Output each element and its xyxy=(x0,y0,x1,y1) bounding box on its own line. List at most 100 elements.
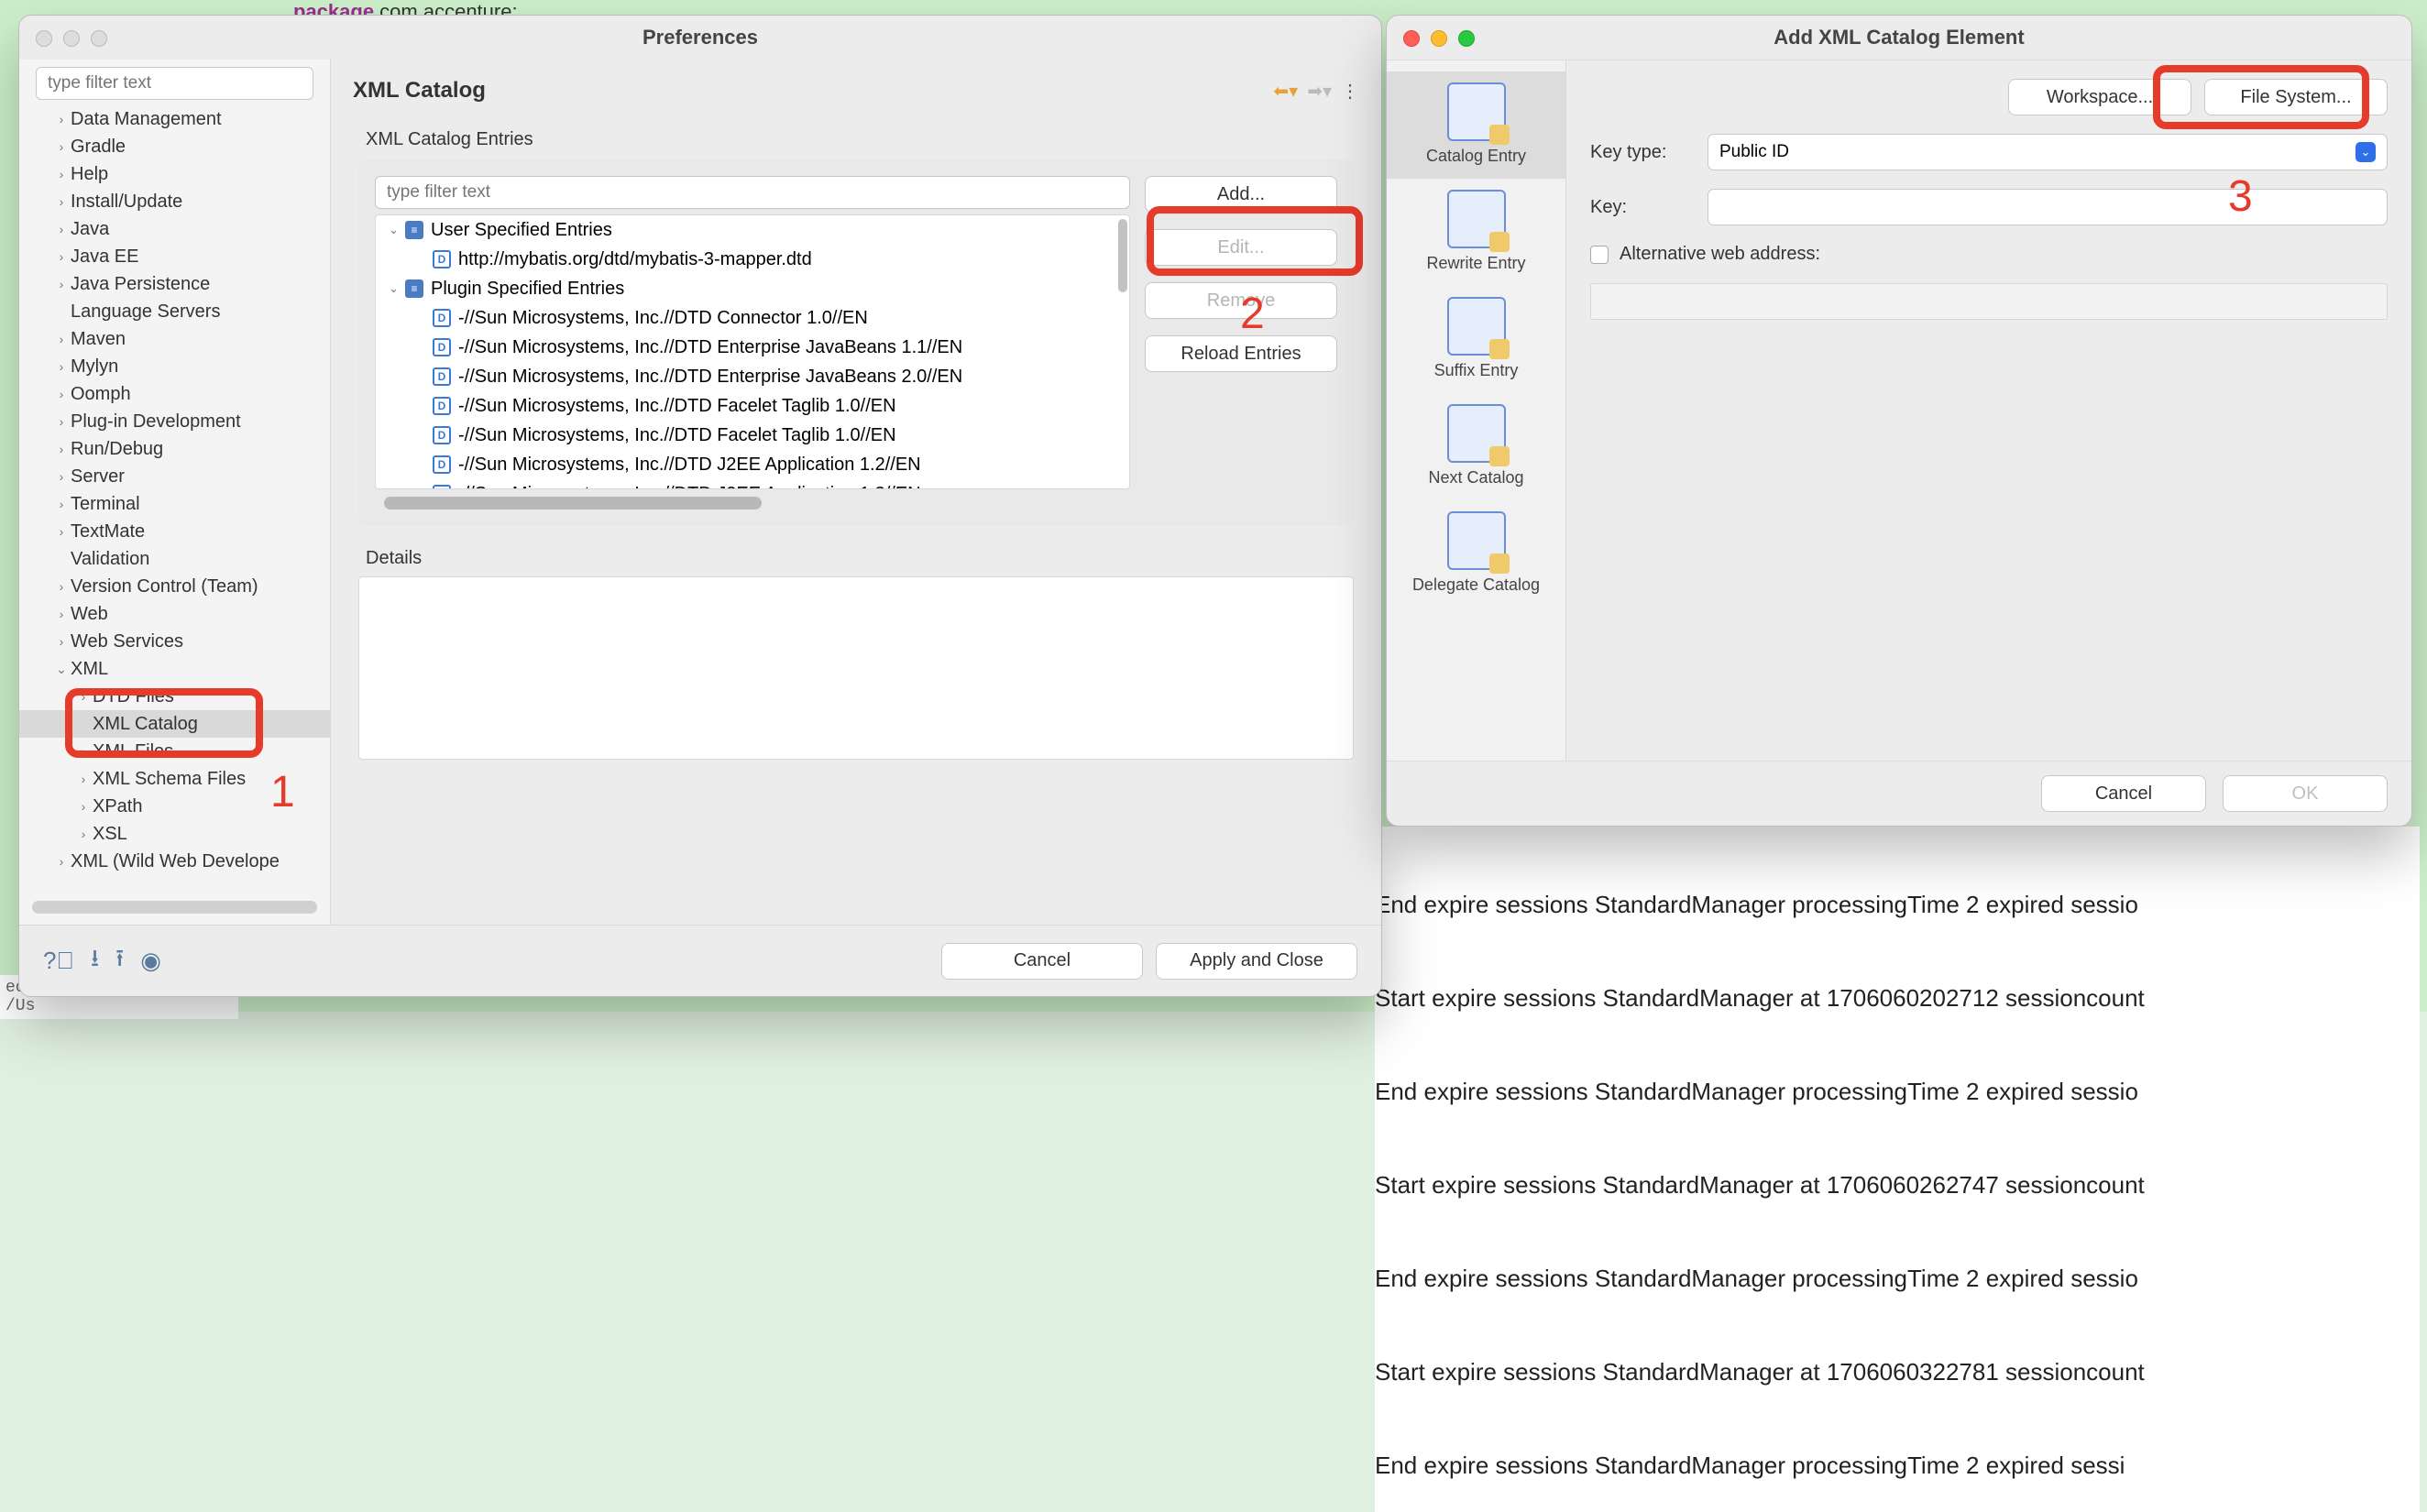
tree-item[interactable]: ›Run/Debug xyxy=(19,435,330,463)
window-controls[interactable] xyxy=(36,30,107,47)
addwin-sidebar-item[interactable]: Next Catalog xyxy=(1387,393,1565,500)
prefs-content: XML Catalog ⬅▾ ➡▾ ⋮ XML Catalog Entries … xyxy=(331,60,1381,925)
addwin-sidebar-item[interactable]: Catalog Entry xyxy=(1387,71,1565,179)
entries-row[interactable]: D-//Sun Microsystems, Inc.//DTD J2EE App… xyxy=(376,450,1129,479)
altweb-checkbox[interactable] xyxy=(1590,246,1609,264)
addwin-titlebar: Add XML Catalog Element xyxy=(1387,16,2411,60)
sidebar-filter-input[interactable] xyxy=(36,67,313,100)
page-title: XML Catalog xyxy=(353,78,486,104)
tree-item[interactable]: ›Web xyxy=(19,600,330,628)
entries-vscroll[interactable] xyxy=(1118,219,1127,292)
import-icon[interactable]: ⭳ xyxy=(91,941,99,981)
workspace-button[interactable]: Workspace... xyxy=(2008,79,2191,115)
addwin-title: Add XML Catalog Element xyxy=(1774,26,2024,49)
filesystem-button[interactable]: File System... xyxy=(2204,79,2388,115)
entries-row[interactable]: ⌄≡User Specified Entries xyxy=(376,215,1129,245)
addwin-sidebar-item[interactable]: Delegate Catalog xyxy=(1387,500,1565,608)
zoom-icon[interactable] xyxy=(91,30,107,47)
add-button[interactable]: Add... xyxy=(1145,176,1337,213)
entries-row[interactable]: Dhttp://mybatis.org/dtd/mybatis-3-mapper… xyxy=(376,245,1129,274)
catalog-icon xyxy=(1447,297,1506,356)
tree-item[interactable]: ›Oomph xyxy=(19,380,330,408)
tree-item[interactable]: ›XML (Wild Web Develope xyxy=(19,848,330,875)
tree-item[interactable]: ›XML Schema Files xyxy=(19,765,330,793)
catalog-icon xyxy=(1447,511,1506,570)
reload-entries-button[interactable]: Reload Entries xyxy=(1145,335,1337,372)
close-icon[interactable] xyxy=(1403,30,1420,47)
entries-panel: ⌄≡User Specified EntriesDhttp://mybatis.… xyxy=(358,159,1354,526)
help-icon[interactable]: ?⃝ xyxy=(43,947,74,975)
minimize-icon[interactable] xyxy=(63,30,80,47)
entries-row[interactable]: D-//Sun Microsystems, Inc.//DTD J2EE App… xyxy=(376,479,1129,489)
export-icon[interactable]: ⭱ xyxy=(115,941,124,981)
tree-item[interactable]: ›TextMate xyxy=(19,518,330,545)
key-input[interactable] xyxy=(1708,189,2388,225)
tree-item[interactable]: XML Catalog xyxy=(19,710,330,738)
key-label: Key: xyxy=(1590,197,1691,218)
addwin-sidebar[interactable]: Catalog EntryRewrite EntrySuffix EntryNe… xyxy=(1387,60,1566,761)
tree-item[interactable]: ›Java EE xyxy=(19,243,330,270)
prefs-titlebar: Preferences xyxy=(19,16,1381,60)
edit-button: Edit... xyxy=(1145,229,1337,266)
entries-row[interactable]: D-//Sun Microsystems, Inc.//DTD Enterpri… xyxy=(376,333,1129,362)
tree-item[interactable]: Language Servers xyxy=(19,298,330,325)
catalog-icon xyxy=(1447,190,1506,248)
entries-filter-input[interactable] xyxy=(375,176,1130,209)
addwin-window-controls[interactable] xyxy=(1403,30,1475,47)
record-icon[interactable]: ◉ xyxy=(140,947,161,975)
apply-close-button[interactable]: Apply and Close xyxy=(1156,943,1357,980)
keytype-label: Key type: xyxy=(1590,142,1691,163)
addwin-ok-button: OK xyxy=(2223,775,2388,812)
entries-tree[interactable]: ⌄≡User Specified EntriesDhttp://mybatis.… xyxy=(375,214,1130,489)
tree-item[interactable]: ›Mylyn xyxy=(19,353,330,380)
entries-row[interactable]: D-//Sun Microsystems, Inc.//DTD Facelet … xyxy=(376,421,1129,450)
tree-item[interactable]: ›XPath xyxy=(19,793,330,820)
entries-hscroll[interactable] xyxy=(384,497,762,509)
addwin-sidebar-item[interactable]: Rewrite Entry xyxy=(1387,179,1565,286)
entries-row[interactable]: D-//Sun Microsystems, Inc.//DTD Facelet … xyxy=(376,391,1129,421)
tree-item[interactable]: ›Data Management xyxy=(19,105,330,133)
tree-item[interactable]: ›Plug-in Development xyxy=(19,408,330,435)
entries-row[interactable]: D-//Sun Microsystems, Inc.//DTD Connecto… xyxy=(376,303,1129,333)
forward-icon: ➡▾ xyxy=(1307,80,1332,103)
keytype-row: Key type: Public ID ⌄ xyxy=(1590,134,2388,170)
tree-item[interactable]: ›Terminal xyxy=(19,490,330,518)
tree-item[interactable]: ›Version Control (Team) xyxy=(19,573,330,600)
tree-item[interactable]: ›Java Persistence xyxy=(19,270,330,298)
addwin-main: Workspace... File System... Key type: Pu… xyxy=(1566,60,2411,761)
details-box xyxy=(358,576,1354,760)
tree-item[interactable]: ⌄XML xyxy=(19,655,330,683)
sidebar-filter[interactable] xyxy=(36,67,313,100)
nav-history: ⬅▾ ➡▾ ⋮ xyxy=(1273,80,1359,103)
tree-item[interactable]: ›Java xyxy=(19,215,330,243)
addwin-sidebar-item[interactable]: Suffix Entry xyxy=(1387,286,1565,393)
keytype-select[interactable]: Public ID ⌄ xyxy=(1708,134,2388,170)
altweb-label: Alternative web address: xyxy=(1620,244,1820,265)
sidebar-hscroll[interactable] xyxy=(32,901,317,914)
tree-item[interactable]: ›XML Files xyxy=(19,738,330,765)
zoom-icon[interactable] xyxy=(1458,30,1475,47)
entries-row[interactable]: ⌄≡Plugin Specified Entries xyxy=(376,274,1129,303)
keytype-value: Public ID xyxy=(1719,142,1789,162)
tree-item[interactable]: ›Install/Update xyxy=(19,188,330,215)
back-icon[interactable]: ⬅▾ xyxy=(1273,80,1298,103)
prefs-tree[interactable]: ›Data Management›Gradle›Help›Install/Upd… xyxy=(19,105,330,897)
tree-item[interactable]: ›Maven xyxy=(19,325,330,353)
prefs-footer: ?⃝ ⭳ ⭱ ◉ Cancel Apply and Close xyxy=(19,925,1381,996)
prefs-sidebar: ›Data Management›Gradle›Help›Install/Upd… xyxy=(19,60,331,925)
tree-item[interactable]: ›Help xyxy=(19,160,330,188)
tree-item[interactable]: ›DTD Files xyxy=(19,683,330,710)
view-menu-icon[interactable]: ⋮ xyxy=(1341,80,1359,103)
tree-item[interactable]: ›XSL xyxy=(19,820,330,848)
tree-item[interactable]: Validation xyxy=(19,545,330,573)
tree-item[interactable]: ›Gradle xyxy=(19,133,330,160)
entries-section-label: XML Catalog Entries xyxy=(366,129,1359,150)
minimize-icon[interactable] xyxy=(1431,30,1447,47)
entries-row[interactable]: D-//Sun Microsystems, Inc.//DTD Enterpri… xyxy=(376,362,1129,391)
tree-item[interactable]: ›Web Services xyxy=(19,628,330,655)
dropdown-caret-icon: ⌄ xyxy=(2356,142,2376,162)
close-icon[interactable] xyxy=(36,30,52,47)
cancel-button[interactable]: Cancel xyxy=(941,943,1143,980)
tree-item[interactable]: ›Server xyxy=(19,463,330,490)
addwin-cancel-button[interactable]: Cancel xyxy=(2041,775,2206,812)
